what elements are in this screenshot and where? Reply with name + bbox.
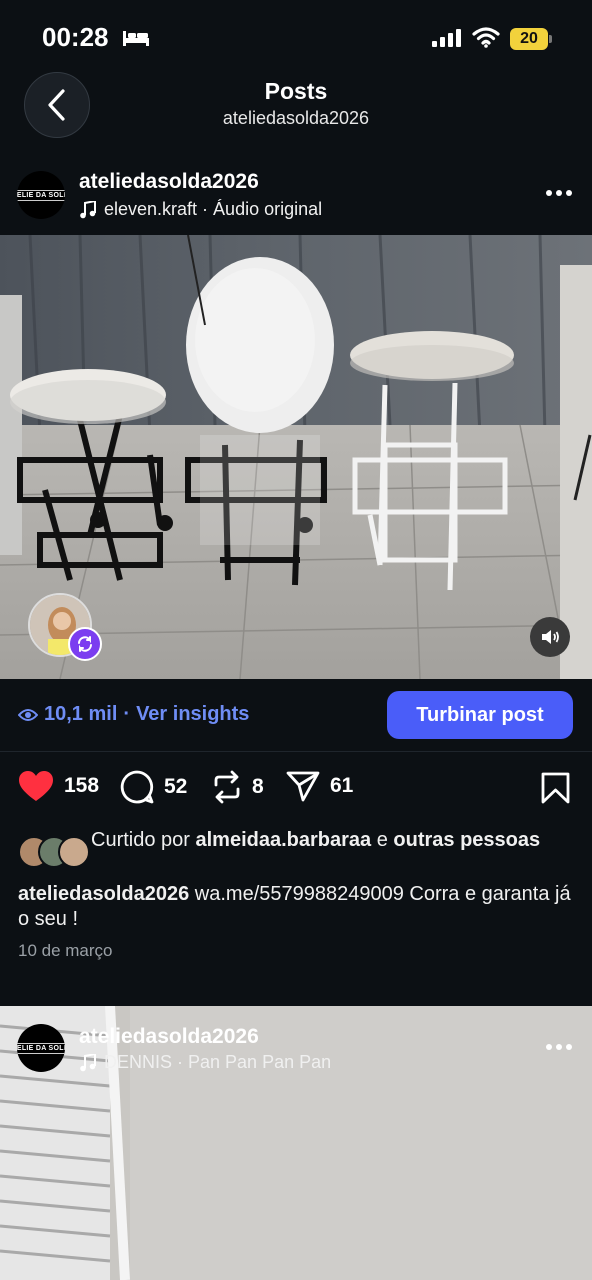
remix-badge[interactable] xyxy=(68,627,102,661)
post-username[interactable]: ateliedasolda2026 xyxy=(79,170,259,194)
share-action[interactable]: 61 xyxy=(286,770,353,802)
status-time: 00:28 xyxy=(42,22,109,52)
bed-icon xyxy=(123,31,149,46)
post-avatar[interactable]: ATELIE DA SOLDA xyxy=(17,171,65,219)
caption-username[interactable]: ateliedasolda2026 xyxy=(18,883,189,905)
battery-nub xyxy=(549,35,552,43)
comments-count: 52 xyxy=(164,775,188,798)
page-subtitle: ateliedasolda2026 xyxy=(222,108,370,128)
more-icon[interactable] xyxy=(545,1042,573,1052)
signal-icon xyxy=(432,29,461,47)
post2-audio-label: DENNIS · Pan Pan Pan Pan xyxy=(104,1052,332,1072)
liked-prefix: Curtido por xyxy=(91,829,190,851)
boost-post-button[interactable]: Turbinar post xyxy=(387,691,573,739)
reposts-count: 8 xyxy=(252,775,264,798)
divider xyxy=(0,751,592,752)
post2-audio[interactable]: DENNIS · Pan Pan Pan Pan xyxy=(80,1052,331,1073)
liked-by-avatars xyxy=(18,836,90,868)
heart-icon[interactable] xyxy=(18,770,54,802)
like-action[interactable]: 158 xyxy=(18,770,99,802)
share-icon[interactable] xyxy=(286,770,320,802)
liked-by-text[interactable]: Curtido por almeidaa.barbaraa e outras p… xyxy=(91,828,571,852)
shares-count: 61 xyxy=(330,774,354,797)
repost-action[interactable]: 8 xyxy=(212,770,264,804)
speaker-icon xyxy=(542,630,559,644)
music-icon xyxy=(80,1053,96,1071)
likes-count: 158 xyxy=(64,774,100,797)
page-title: Posts xyxy=(264,78,328,104)
insights-label: Ver insights xyxy=(136,703,250,725)
insights-separator: · xyxy=(123,703,131,725)
insights-link[interactable]: 10,1 mil · Ver insights xyxy=(18,703,249,726)
comment-icon[interactable] xyxy=(120,770,154,804)
liked-user[interactable]: almeidaa.barbaraa xyxy=(196,829,372,851)
eye-icon xyxy=(18,708,38,721)
repost-icon[interactable] xyxy=(212,770,242,804)
sound-toggle-button[interactable] xyxy=(530,617,570,657)
post-audio-label: eleven.kraft · Áudio original xyxy=(104,199,323,219)
post-caption: ateliedasolda2026 wa.me/5579988249009 Co… xyxy=(18,882,578,932)
views-count: 10,1 mil xyxy=(44,703,118,725)
liked-avatar xyxy=(58,836,90,868)
bookmark-icon[interactable] xyxy=(541,772,570,804)
post-date: 10 de março xyxy=(18,941,113,960)
liked-others[interactable]: outras pessoas xyxy=(393,829,540,851)
battery-indicator: 20 xyxy=(510,28,548,50)
liked-and: e xyxy=(376,829,388,851)
music-icon xyxy=(80,200,96,218)
avatar-logo-text: ATELIE DA SOLDA xyxy=(17,189,65,201)
avatar-logo-text: ATELIE DA SOLDA xyxy=(17,1042,65,1054)
remix-icon xyxy=(78,636,92,652)
more-icon[interactable] xyxy=(545,188,573,198)
post-audio[interactable]: eleven.kraft · Áudio original xyxy=(80,199,322,220)
comment-action[interactable]: 52 xyxy=(120,770,187,804)
post2-avatar[interactable]: ATELIE DA SOLDA xyxy=(17,1024,65,1072)
wifi-icon xyxy=(472,27,500,48)
post2-username[interactable]: ateliedasolda2026 xyxy=(79,1025,259,1049)
